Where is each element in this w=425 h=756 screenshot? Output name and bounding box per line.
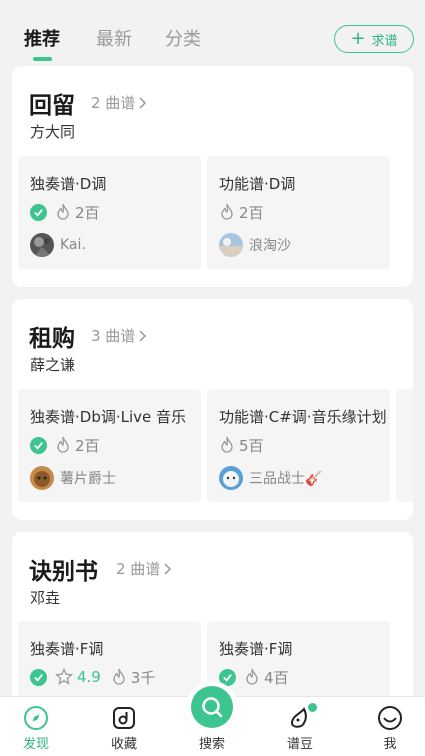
score-author[interactable]: 薯片爵士 bbox=[30, 466, 116, 490]
author-name: 浪淘沙 bbox=[249, 238, 291, 254]
score-stats: 4百 bbox=[219, 667, 289, 687]
nav-discover[interactable]: 发现 bbox=[6, 697, 66, 756]
tab-active-indicator bbox=[33, 57, 52, 61]
avatar bbox=[30, 233, 54, 257]
verified-icon bbox=[30, 668, 47, 686]
chevron-right-icon bbox=[139, 329, 147, 342]
tab-category[interactable]: 分类 bbox=[165, 25, 201, 51]
author-name: 三品战士🎸 bbox=[249, 471, 323, 487]
nav-me[interactable]: 我 bbox=[360, 697, 420, 756]
nav-favorites[interactable]: 收藏 bbox=[94, 697, 154, 756]
artist-name: 薛之谦 bbox=[30, 356, 76, 374]
score-name: 功能谱·C#调·音乐缘计划 bbox=[219, 408, 387, 426]
song-card[interactable]: 回留 2 曲谱 方大同 独奏谱·D调 2百 Kai. 功能谱·D调 2百 浪淘沙 bbox=[12, 66, 413, 287]
song-title: 租购 bbox=[29, 326, 75, 352]
avatar bbox=[219, 233, 243, 257]
tab-recommend[interactable]: 推荐 bbox=[24, 25, 60, 51]
flame-icon bbox=[57, 436, 69, 453]
star-icon bbox=[55, 668, 73, 685]
score-stats: 2百 bbox=[219, 202, 264, 222]
verified-icon bbox=[30, 203, 47, 221]
chevron-right-icon bbox=[164, 562, 172, 575]
heat-value: 2百 bbox=[239, 203, 264, 222]
rating-value: 4.9 bbox=[77, 668, 101, 686]
avatar bbox=[30, 466, 54, 490]
author-name: Kai. bbox=[60, 237, 86, 253]
song-title: 回留 bbox=[29, 93, 75, 119]
score-author[interactable]: Kai. bbox=[30, 233, 86, 257]
song-card[interactable]: 诀别书 2 曲谱 邓垚 独奏谱·F调 4.9 3千 独奏谱·F调 4百 bbox=[12, 532, 413, 696]
score-count: 2 曲谱 bbox=[91, 94, 136, 112]
heat-value: 2百 bbox=[75, 436, 100, 455]
score-count-link[interactable]: 2 曲谱 bbox=[91, 92, 147, 113]
score-item-partial[interactable] bbox=[396, 389, 413, 502]
flame-icon bbox=[221, 436, 233, 453]
tab-latest[interactable]: 最新 bbox=[96, 25, 132, 51]
song-list[interactable]: 回留 2 曲谱 方大同 独奏谱·D调 2百 Kai. 功能谱·D调 2百 浪淘沙… bbox=[0, 66, 425, 696]
song-title: 诀别书 bbox=[29, 559, 98, 585]
score-name: 独奏谱·F调 bbox=[219, 640, 293, 658]
nav-me-label: 我 bbox=[383, 737, 397, 752]
score-name: 独奏谱·F调 bbox=[30, 640, 104, 658]
song-card[interactable]: 租购 3 曲谱 薛之谦 独奏谱·Db调·Live 音乐 2百 薯片爵士 功能谱·… bbox=[12, 299, 413, 520]
nav-favorites-label: 收藏 bbox=[110, 737, 137, 752]
score-count: 3 曲谱 bbox=[91, 327, 136, 345]
notification-dot bbox=[307, 702, 318, 713]
heat-value: 2百 bbox=[75, 203, 100, 222]
request-score-label: 求谱 bbox=[371, 33, 398, 49]
score-author[interactable]: 三品战士🎸 bbox=[219, 466, 322, 490]
score-stats: 2百 bbox=[30, 202, 100, 222]
score-item[interactable]: 功能谱·D调 2百 浪淘沙 bbox=[207, 156, 390, 269]
flame-icon bbox=[113, 668, 125, 685]
avatar bbox=[219, 466, 243, 490]
score-item[interactable]: 独奏谱·Db调·Live 音乐 2百 薯片爵士 bbox=[18, 389, 201, 502]
flame-icon bbox=[57, 203, 69, 220]
search-button[interactable] bbox=[191, 686, 233, 728]
nav-beans-label: 谱豆 bbox=[286, 737, 313, 752]
nav-search-label: 搜索 bbox=[198, 737, 225, 752]
artist-name: 方大同 bbox=[30, 123, 76, 141]
score-stats: 4.9 3千 bbox=[30, 667, 155, 687]
top-bar: 推荐 最新 分类 + 求谱 bbox=[0, 0, 425, 66]
score-row: 独奏谱·Db调·Live 音乐 2百 薯片爵士 功能谱·C#调·音乐缘计划 5百 bbox=[18, 389, 413, 502]
request-score-button[interactable]: + 求谱 bbox=[334, 25, 414, 53]
score-count-link[interactable]: 3 曲谱 bbox=[91, 325, 147, 346]
flame-icon bbox=[221, 203, 233, 220]
smile-icon bbox=[378, 706, 402, 730]
score-stats: 2百 bbox=[30, 435, 100, 455]
score-item[interactable]: 独奏谱·F调 4百 bbox=[207, 621, 390, 696]
nav-beans[interactable]: 谱豆 bbox=[270, 697, 330, 756]
heat-value: 5百 bbox=[239, 436, 264, 455]
heat-value: 3千 bbox=[130, 668, 156, 687]
score-item[interactable]: 功能谱·C#调·音乐缘计划 5百 三品战士🎸 bbox=[207, 389, 390, 502]
author-name: 薯片爵士 bbox=[60, 471, 116, 487]
score-row: 独奏谱·D调 2百 Kai. 功能谱·D调 2百 浪淘沙 bbox=[18, 156, 413, 269]
score-name: 功能谱·D调 bbox=[219, 175, 296, 193]
score-item[interactable]: 独奏谱·D调 2百 Kai. bbox=[18, 156, 201, 269]
score-stats: 5百 bbox=[219, 435, 264, 455]
score-row: 独奏谱·F调 4.9 3千 独奏谱·F调 4百 bbox=[18, 621, 413, 696]
score-count-link[interactable]: 2 曲谱 bbox=[116, 558, 172, 579]
score-count: 2 曲谱 bbox=[116, 560, 161, 578]
flame-icon bbox=[246, 668, 258, 685]
chevron-right-icon bbox=[139, 96, 147, 109]
score-name: 独奏谱·D调 bbox=[30, 175, 107, 193]
nav-discover-label: 发现 bbox=[22, 737, 49, 752]
verified-icon bbox=[219, 668, 236, 686]
artist-name: 邓垚 bbox=[30, 589, 61, 607]
favorites-icon bbox=[113, 707, 135, 729]
search-icon bbox=[202, 697, 223, 718]
score-item[interactable]: 独奏谱·F调 4.9 3千 bbox=[18, 621, 201, 696]
score-name: 独奏谱·Db调·Live 音乐 bbox=[30, 408, 187, 426]
verified-icon bbox=[30, 436, 47, 454]
plus-icon: + bbox=[350, 28, 366, 49]
compass-icon bbox=[24, 706, 48, 730]
heat-value: 4百 bbox=[264, 668, 289, 687]
score-author[interactable]: 浪淘沙 bbox=[219, 233, 291, 257]
